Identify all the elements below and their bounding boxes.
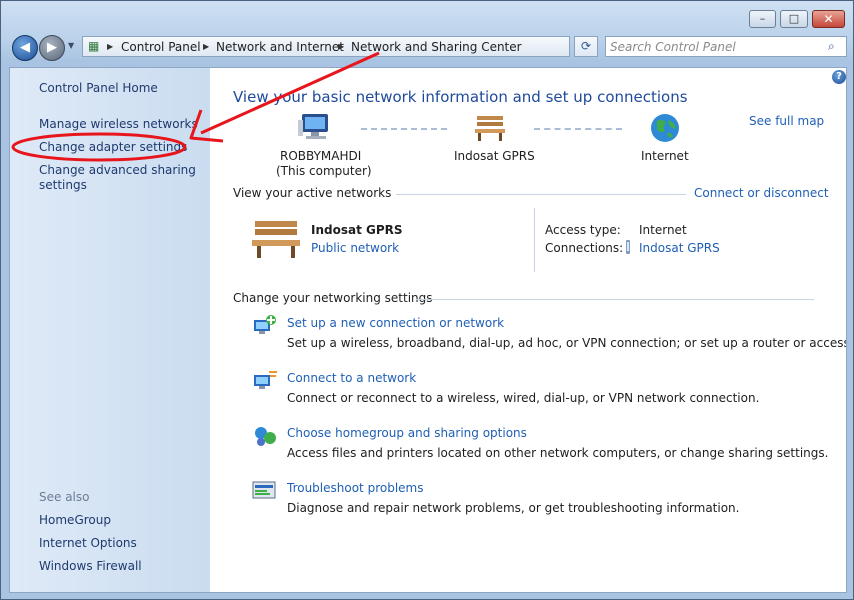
- red-arrow-line: [200, 51, 380, 135]
- window: – □ ✕ ◀ ▶ ▼ ▦ ▶ Control Panel ▶ Network …: [0, 0, 854, 600]
- red-circle-highlight: [11, 132, 187, 162]
- red-annotation-overlay: [11, 51, 380, 162]
